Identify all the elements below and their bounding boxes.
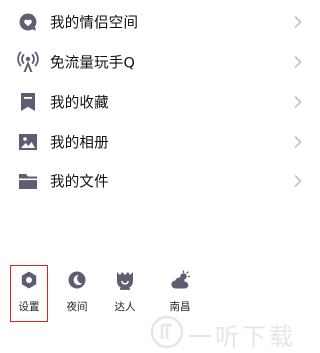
watermark-logo-icon xyxy=(150,315,184,349)
menu-item-favorites[interactable]: 我的收藏 xyxy=(0,82,320,122)
night-mode-label: 夜间 xyxy=(66,301,88,313)
menu-item-label: 免流量玩手Q xyxy=(50,55,136,72)
watermark-text: 一听下载 xyxy=(188,323,296,351)
menu-item-album[interactable]: 我的相册 xyxy=(0,122,320,162)
menu-item-label: 我的情侣空间 xyxy=(50,15,139,32)
chevron-right-icon xyxy=(293,55,303,69)
menu-item-couple-space[interactable]: 我的情侣空间 xyxy=(0,2,320,42)
menu-item-label: 我的收藏 xyxy=(50,95,109,112)
weather-location-label: 南昌 xyxy=(169,301,191,313)
bookmark-icon xyxy=(16,90,40,114)
menu-item-free-data[interactable]: 免流量玩手Q xyxy=(0,42,320,82)
settings-highlight-box xyxy=(10,265,48,322)
moon-icon xyxy=(67,270,87,290)
chevron-right-icon xyxy=(293,15,303,29)
talent-label: 达人 xyxy=(114,301,136,313)
weather-cloud-sun-icon xyxy=(170,270,190,290)
menu-item-label: 我的文件 xyxy=(50,174,109,191)
chevron-right-icon xyxy=(293,174,303,188)
talent-button[interactable]: 达人 xyxy=(100,262,150,322)
photo-icon xyxy=(16,130,40,154)
folder-icon xyxy=(16,169,40,193)
chevron-right-icon xyxy=(293,135,303,149)
watermark: 一听下载 xyxy=(150,313,320,351)
menu-item-files[interactable]: 我的文件 xyxy=(0,161,320,201)
chevron-right-icon xyxy=(293,95,303,109)
talent-badge-icon xyxy=(115,270,135,290)
night-mode-button[interactable]: 夜间 xyxy=(52,262,102,322)
signal-tower-icon xyxy=(16,50,40,74)
menu-item-label: 我的相册 xyxy=(50,135,109,152)
heart-chat-icon xyxy=(16,10,40,34)
